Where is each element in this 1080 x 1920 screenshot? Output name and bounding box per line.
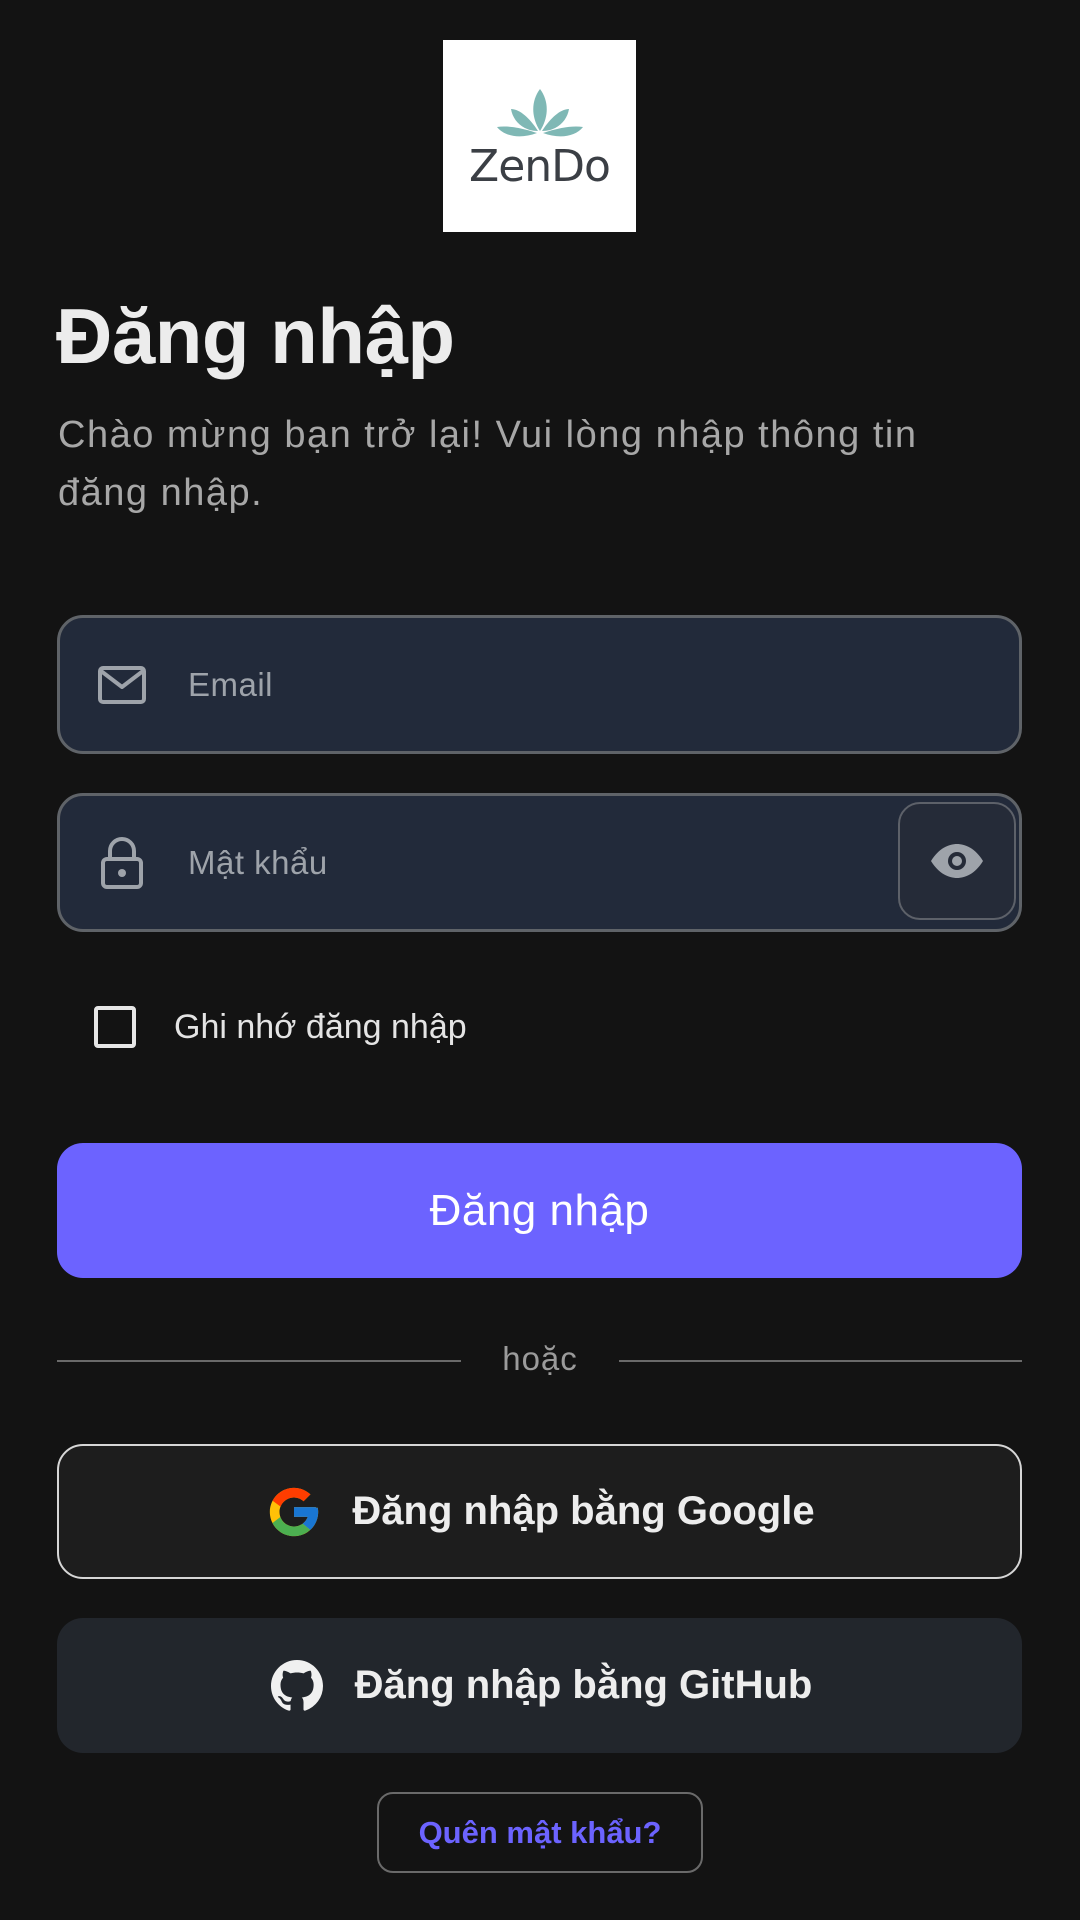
google-login-button[interactable]: Đăng nhập bằng Google — [57, 1444, 1022, 1579]
login-button[interactable]: Đăng nhập — [57, 1143, 1022, 1278]
login-screen: ZenDo Đăng nhập Chào mừng bạn trở lại! V… — [0, 0, 1080, 1920]
mail-icon — [94, 657, 150, 713]
email-field[interactable] — [57, 615, 1022, 754]
brand-name: ZenDo — [469, 141, 611, 192]
divider-line-left — [57, 1360, 461, 1362]
brand-logo: ZenDo — [443, 40, 636, 232]
remember-me-label: Ghi nhớ đăng nhập — [174, 1007, 467, 1046]
google-icon — [264, 1482, 324, 1542]
eye-icon — [931, 844, 983, 878]
password-field[interactable] — [57, 793, 1022, 932]
remember-me[interactable]: Ghi nhớ đăng nhập — [94, 1006, 467, 1048]
forgot-password-button[interactable]: Quên mật khẩu? — [377, 1792, 703, 1873]
email-input[interactable] — [188, 665, 828, 704]
remember-me-checkbox[interactable] — [94, 1006, 136, 1048]
github-login-button[interactable]: Đăng nhập bằng GitHub — [57, 1618, 1022, 1753]
google-login-label: Đăng nhập bằng Google — [352, 1489, 815, 1533]
lotus-icon — [496, 89, 583, 137]
page-title: Đăng nhập — [56, 292, 455, 380]
divider-line-right — [619, 1360, 1022, 1362]
github-icon — [267, 1656, 327, 1716]
divider-text: hoặc — [502, 1340, 578, 1377]
toggle-password-visibility-button[interactable] — [898, 802, 1016, 920]
github-login-label: Đăng nhập bằng GitHub — [354, 1663, 813, 1707]
password-input[interactable] — [188, 843, 828, 882]
page-subtitle: Chào mừng bạn trở lại! Vui lòng nhập thô… — [58, 414, 918, 514]
lock-icon — [94, 835, 150, 891]
